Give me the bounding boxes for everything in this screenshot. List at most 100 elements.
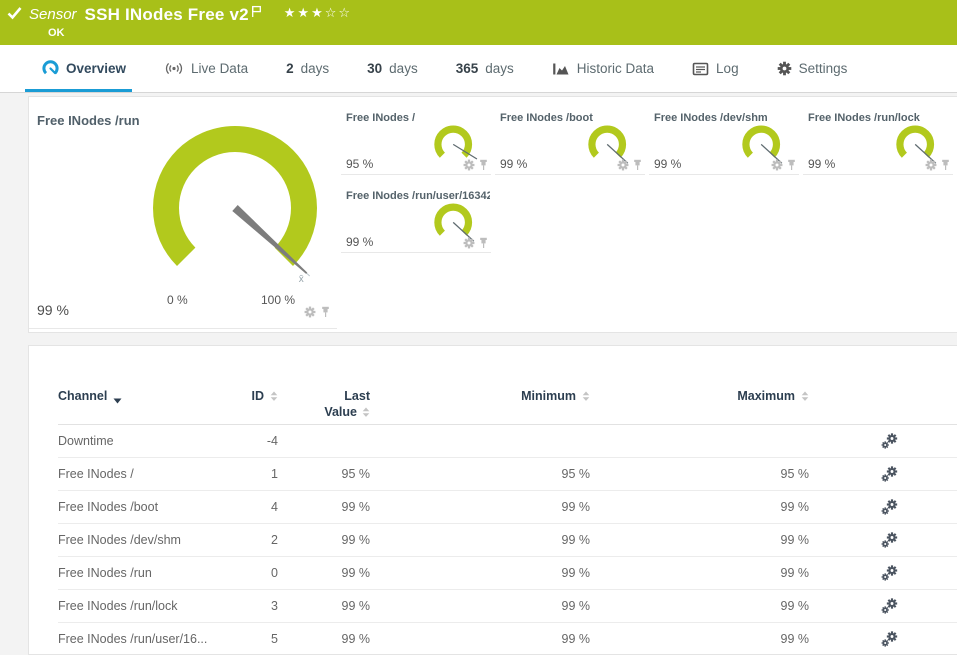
tab-overview[interactable]: Overview: [24, 45, 133, 92]
table-row[interactable]: Free INodes /dev/shm 2 99 % 99 % 99 %: [58, 524, 957, 557]
flag-icon[interactable]: [251, 5, 262, 23]
column-header-id[interactable]: ID: [218, 390, 278, 424]
tab-log[interactable]: Log: [692, 45, 739, 92]
main-gauge-dial: x̄: [153, 126, 317, 285]
channel-name[interactable]: Downtime: [58, 434, 218, 448]
tab-30-days[interactable]: 30 days: [367, 45, 418, 92]
gauge-title: Free INodes /boot: [500, 112, 593, 124]
tab-settings[interactable]: Settings: [777, 45, 847, 92]
gauge-pin-icon[interactable]: [478, 236, 489, 254]
column-header-last-value[interactable]: Last Value: [278, 390, 370, 424]
gauge-pin-icon[interactable]: [478, 158, 489, 176]
channel-minimum: 99 %: [561, 533, 591, 547]
settings-icon: [777, 61, 792, 76]
gauge-pin-icon[interactable]: [940, 158, 951, 176]
tab-bar: Overview Live Data 2 days 30 days 365 days Histo…: [0, 45, 957, 93]
gauge-pin-icon[interactable]: [786, 158, 797, 176]
channel-name[interactable]: Free INodes /dev/shm: [58, 533, 218, 547]
channel-name[interactable]: Free INodes /run/lock: [58, 599, 218, 613]
gauge-pin-icon[interactable]: [632, 158, 643, 176]
channel-settings-icon[interactable]: [809, 597, 957, 615]
small-gauges-grid: Free INodes / 95 % Free INodes /boot 99 …: [341, 97, 957, 253]
channel-last-value: 99 %: [341, 533, 371, 547]
channel-maximum: 99 %: [780, 500, 810, 514]
channel-settings-icon[interactable]: [809, 630, 957, 648]
star-filled-icon[interactable]: ★: [284, 6, 298, 21]
gauge-icon: [42, 60, 59, 77]
sort-icon: [801, 391, 809, 405]
channel-maximum: 99 %: [780, 599, 810, 613]
channel-name[interactable]: Free INodes /boot: [58, 500, 218, 514]
star-empty-icon[interactable]: ☆: [338, 6, 352, 21]
channel-name[interactable]: Free INodes /run: [58, 566, 218, 580]
gauge-settings-icon[interactable]: [304, 305, 316, 323]
channel-last-value: 95 %: [341, 467, 371, 481]
star-filled-icon[interactable]: ★: [297, 6, 311, 21]
channel-minimum: 99 %: [561, 599, 591, 613]
gauge-settings-icon[interactable]: [925, 158, 937, 176]
table-row[interactable]: Downtime -4: [58, 425, 957, 458]
tab-number: 365: [455, 61, 479, 76]
channel-id: 4: [271, 500, 278, 514]
tab-label: Overview: [66, 61, 127, 76]
sensor-page: Sensor SSH INodes Free v2 ★★★☆☆ OK Overv…: [0, 0, 957, 655]
channel-settings-icon[interactable]: [809, 465, 957, 483]
gauges-panel: Free INodes /run x̄ 0 % 100 % 99 % Free …: [28, 96, 957, 333]
channel-minimum: 99 %: [561, 632, 591, 646]
column-header-minimum[interactable]: Minimum: [370, 390, 590, 424]
sort-icon: [270, 391, 278, 405]
channel-maximum: 99 %: [780, 632, 810, 646]
gauge-card: Free INodes /run/user/16342... 99 %: [341, 175, 491, 253]
table-header-row: Channel ID Last Value Minimum Maximum: [58, 346, 957, 425]
chart-icon: [552, 61, 570, 76]
channel-last-value: 99 %: [341, 599, 371, 613]
channel-table-panel: Channel ID Last Value Minimum Maximum Do…: [28, 345, 957, 655]
channel-name[interactable]: Free INodes /run/user/16...: [58, 632, 218, 646]
table-row[interactable]: Free INodes / 1 95 % 95 % 95 %: [58, 458, 957, 491]
table-row[interactable]: Free INodes /run/user/16... 5 99 % 99 % …: [58, 623, 957, 654]
star-empty-icon[interactable]: ☆: [325, 6, 339, 21]
sensor-title: SSH INodes Free v2: [84, 4, 249, 24]
table-row[interactable]: Free INodes /run/lock 3 99 % 99 % 99 %: [58, 590, 957, 623]
channel-settings-icon[interactable]: [809, 564, 957, 582]
main-gauge-value: 99 %: [37, 302, 69, 318]
live-icon: [164, 61, 184, 76]
table-row[interactable]: Free INodes /run 0 99 % 99 % 99 %: [58, 557, 957, 590]
gauge-settings-icon[interactable]: [463, 236, 475, 254]
channel-settings-icon[interactable]: [809, 531, 957, 549]
gauge-settings-icon[interactable]: [617, 158, 629, 176]
column-header-channel[interactable]: Channel: [58, 390, 218, 424]
channel-id: 0: [271, 566, 278, 580]
channel-settings-icon[interactable]: [809, 498, 957, 516]
tab-live-data[interactable]: Live Data: [164, 45, 248, 92]
object-category: Sensor: [29, 6, 77, 23]
channel-minimum: 99 %: [561, 500, 591, 514]
channel-id: -4: [266, 434, 278, 448]
table-row[interactable]: Free INodes /boot 4 99 % 99 % 99 %: [58, 491, 957, 524]
tab-label: days: [485, 61, 514, 76]
channel-name[interactable]: Free INodes /: [58, 467, 218, 481]
gauge-settings-icon[interactable]: [771, 158, 783, 176]
rating-stars[interactable]: ★★★☆☆: [284, 6, 352, 21]
tab-365-days[interactable]: 365 days: [456, 45, 514, 92]
gauge-card: Free INodes /boot 99 %: [495, 97, 645, 175]
tab-2-days[interactable]: 2 days: [286, 45, 329, 92]
channel-last-value: 99 %: [341, 500, 371, 514]
sensor-status-text: OK: [48, 27, 65, 39]
gauge-pin-icon[interactable]: [320, 305, 331, 323]
star-filled-icon[interactable]: ★: [311, 6, 325, 21]
column-header-maximum[interactable]: Maximum: [590, 390, 809, 424]
channel-minimum: 99 %: [561, 566, 591, 580]
channel-last-value: 99 %: [341, 632, 371, 646]
table-body: Downtime -4 Free INodes / 1 95 % 95 % 95…: [58, 425, 957, 654]
channel-settings-icon[interactable]: [809, 432, 957, 450]
tab-label: days: [300, 61, 330, 76]
gauge-title: Free INodes /: [346, 112, 416, 124]
tab-historic-data[interactable]: Historic Data: [552, 45, 654, 92]
tab-number: 2: [286, 61, 294, 76]
gauge-card: Free INodes /run/lock 99 %: [803, 97, 953, 175]
tab-label: Historic Data: [576, 61, 655, 76]
sensor-status-bar: Sensor SSH INodes Free v2 ★★★☆☆ OK: [0, 0, 957, 45]
gauge-settings-icon[interactable]: [463, 158, 475, 176]
channel-id: 2: [271, 533, 278, 547]
